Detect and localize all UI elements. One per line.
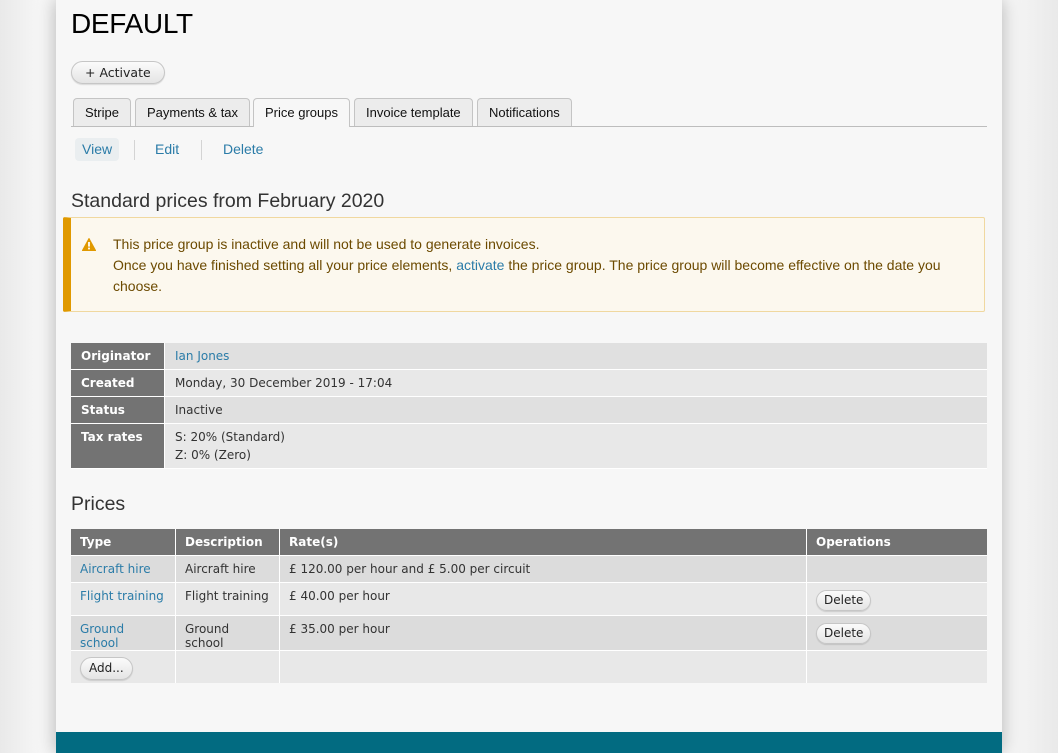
delete-button[interactable]: Delete bbox=[816, 590, 872, 611]
operations-cell: Delete bbox=[806, 582, 987, 616]
detail-value: Ian Jones bbox=[164, 343, 987, 370]
detail-label: Tax rates bbox=[71, 423, 165, 469]
price-type-link[interactable]: Ground school bbox=[80, 622, 124, 650]
description-cell: Ground school bbox=[175, 615, 280, 651]
table-row: Aircraft hire Aircraft hire £ 120.00 per… bbox=[71, 555, 987, 583]
column-header: Operations bbox=[806, 529, 987, 556]
detail-label: Originator bbox=[71, 343, 165, 370]
column-header: Rate(s) bbox=[279, 529, 807, 556]
tab-notifications[interactable]: Notifications bbox=[477, 98, 572, 126]
rates-cell: £ 35.00 per hour bbox=[279, 615, 807, 651]
empty-cell bbox=[175, 650, 280, 683]
activate-button[interactable]: + Activate bbox=[71, 61, 165, 84]
type-cell: Ground school bbox=[71, 615, 176, 651]
price-group-details: Originator Ian Jones Created Monday, 30 … bbox=[71, 343, 987, 469]
detail-label: Status bbox=[71, 396, 165, 424]
subtab-view[interactable]: View bbox=[75, 138, 120, 161]
subtab-delete[interactable]: Delete bbox=[216, 138, 270, 161]
price-type-link[interactable]: Aircraft hire bbox=[80, 562, 151, 576]
delete-button[interactable]: Delete bbox=[816, 623, 872, 644]
page-title: DEFAULT bbox=[71, 8, 193, 39]
price-type-link[interactable]: Flight training bbox=[80, 589, 164, 603]
operations-cell: Delete bbox=[806, 615, 987, 651]
description-cell: Flight training bbox=[175, 582, 280, 616]
detail-row-created: Created Monday, 30 December 2019 - 17:04 bbox=[71, 369, 987, 397]
activate-link[interactable]: activate bbox=[456, 257, 504, 273]
prices-table: Type Description Rate(s) Operations Airc… bbox=[71, 529, 987, 683]
prices-heading: Prices bbox=[71, 493, 126, 515]
subtab-edit[interactable]: Edit bbox=[148, 138, 186, 161]
primary-tabs: Stripe Payments & tax Price groups Invoi… bbox=[71, 98, 987, 127]
detail-label: Created bbox=[71, 369, 165, 397]
rates-cell: £ 40.00 per hour bbox=[279, 582, 807, 616]
detail-row-tax-rates: Tax rates S: 20% (Standard) Z: 0% (Zero) bbox=[71, 423, 987, 469]
warning-text: Once you have finished setting all your … bbox=[113, 257, 457, 273]
column-header: Description bbox=[175, 529, 280, 556]
warning-line-2: Once you have finished setting all your … bbox=[113, 255, 966, 297]
price-group-title: Standard prices from February 2020 bbox=[71, 190, 385, 212]
tab-price-groups[interactable]: Price groups bbox=[253, 98, 350, 127]
table-row: Ground school Ground school £ 35.00 per … bbox=[71, 615, 987, 651]
detail-value: Monday, 30 December 2019 - 17:04 bbox=[164, 369, 987, 397]
type-cell: Flight training bbox=[71, 582, 176, 616]
subtab-divider bbox=[134, 140, 135, 160]
operations-cell bbox=[806, 555, 987, 583]
originator-link[interactable]: Ian Jones bbox=[175, 349, 229, 363]
empty-cell bbox=[806, 650, 987, 683]
column-header: Type bbox=[71, 529, 176, 556]
tax-rate: Z: 0% (Zero) bbox=[175, 448, 251, 462]
detail-value: S: 20% (Standard) Z: 0% (Zero) bbox=[164, 423, 987, 469]
tab-stripe[interactable]: Stripe bbox=[73, 98, 131, 126]
warning-line-1: This price group is inactive and will no… bbox=[113, 236, 540, 252]
page-container: DEFAULT + Activate Stripe Payments & tax… bbox=[56, 0, 1002, 753]
tab-invoice-template[interactable]: Invoice template bbox=[354, 98, 473, 126]
table-row-add: Add... bbox=[71, 650, 987, 683]
warning-triangle-icon bbox=[81, 236, 97, 257]
table-row: Flight training Flight training £ 40.00 … bbox=[71, 582, 987, 616]
detail-row-originator: Originator Ian Jones bbox=[71, 343, 987, 370]
tax-rate: S: 20% (Standard) bbox=[175, 430, 285, 444]
type-cell: Aircraft hire bbox=[71, 555, 176, 583]
add-cell: Add... bbox=[71, 650, 176, 683]
subtab-divider bbox=[201, 140, 202, 160]
add-price-button[interactable]: Add... bbox=[80, 657, 133, 680]
detail-value: Inactive bbox=[164, 396, 987, 424]
tab-payments-tax[interactable]: Payments & tax bbox=[135, 98, 251, 126]
table-header-row: Type Description Rate(s) Operations bbox=[71, 529, 987, 556]
description-cell: Aircraft hire bbox=[175, 555, 280, 583]
footer-bar bbox=[56, 732, 1002, 753]
rates-cell: £ 120.00 per hour and £ 5.00 per circuit bbox=[279, 555, 807, 583]
empty-cell bbox=[279, 650, 807, 683]
warning-message: This price group is inactive and will no… bbox=[63, 217, 985, 312]
detail-row-status: Status Inactive bbox=[71, 396, 987, 424]
